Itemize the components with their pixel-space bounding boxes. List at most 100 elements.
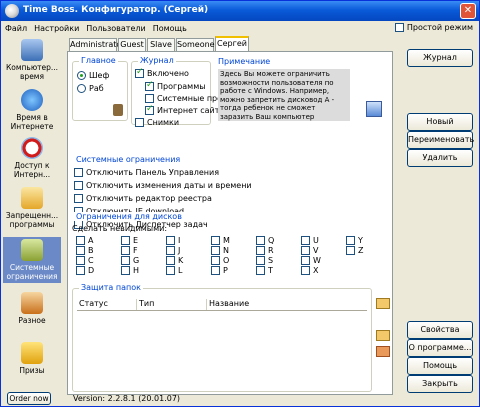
disk-checkbox[interactable]: E bbox=[121, 236, 138, 245]
disk-checkbox-box[interactable] bbox=[121, 246, 130, 255]
disk-checkbox-box[interactable] bbox=[166, 246, 175, 255]
log-snapshots-box[interactable] bbox=[135, 118, 144, 127]
add-folder-icon[interactable] bbox=[376, 298, 390, 309]
disk-checkbox[interactable]: U bbox=[301, 236, 319, 245]
delete-folder-icon[interactable] bbox=[376, 346, 390, 357]
disable-datetime[interactable]: Отключить изменения даты и времени bbox=[74, 181, 252, 190]
col-type[interactable]: Тип bbox=[137, 299, 207, 310]
disk-checkbox[interactable]: K bbox=[166, 256, 183, 265]
delete-user-button[interactable]: Удалить bbox=[407, 149, 473, 167]
disk-checkbox[interactable]: J bbox=[166, 246, 180, 255]
disk-checkbox-box[interactable] bbox=[301, 246, 310, 255]
disk-checkbox-box[interactable] bbox=[76, 256, 85, 265]
close-window-button[interactable]: ✕ bbox=[460, 3, 476, 19]
disk-checkbox-box[interactable] bbox=[256, 266, 265, 275]
disk-checkbox-box[interactable] bbox=[301, 236, 310, 245]
sidebar-item-computer-time[interactable]: Компьютер... время bbox=[3, 39, 61, 81]
disk-checkbox-box[interactable] bbox=[301, 266, 310, 275]
disk-checkbox[interactable]: V bbox=[301, 246, 318, 255]
sidebar-item-blocked-programs[interactable]: Запрещенн... программы bbox=[3, 187, 61, 229]
disk-checkbox-box[interactable] bbox=[121, 266, 130, 275]
simple-mode-checkbox[interactable]: Простой режим bbox=[394, 23, 473, 32]
menu-settings[interactable]: Настройки bbox=[30, 21, 82, 33]
disable-datetime-box[interactable] bbox=[74, 181, 83, 190]
sidebar-item-prizes[interactable]: Призы bbox=[3, 342, 61, 375]
log-sites-box[interactable] bbox=[145, 104, 154, 115]
disk-checkbox[interactable]: Z bbox=[346, 246, 363, 255]
tab-guest[interactable]: Guest bbox=[118, 38, 146, 52]
disk-checkbox-box[interactable] bbox=[76, 246, 85, 255]
disk-checkbox[interactable]: W bbox=[301, 256, 321, 265]
disk-checkbox[interactable]: Q bbox=[256, 236, 274, 245]
simple-mode-box[interactable] bbox=[394, 23, 404, 32]
disk-checkbox[interactable]: L bbox=[166, 266, 182, 275]
radio-chief[interactable]: Шеф bbox=[77, 71, 109, 80]
disk-checkbox[interactable]: G bbox=[121, 256, 139, 265]
disk-checkbox[interactable]: X bbox=[301, 266, 318, 275]
radio-slave-dot[interactable] bbox=[77, 84, 86, 93]
disk-checkbox[interactable]: A bbox=[76, 236, 93, 245]
log-snapshots[interactable]: Снимки bbox=[135, 118, 179, 127]
about-button[interactable]: О программе... bbox=[407, 339, 473, 357]
disk-checkbox-box[interactable] bbox=[211, 256, 220, 265]
disk-checkbox[interactable]: M bbox=[211, 236, 230, 245]
col-status[interactable]: Статус bbox=[77, 299, 137, 310]
disk-checkbox-box[interactable] bbox=[301, 256, 310, 265]
sidebar-item-internet-time[interactable]: Время в Интернете bbox=[3, 89, 61, 131]
disk-checkbox-box[interactable] bbox=[346, 236, 355, 245]
tab-slave[interactable]: Slave bbox=[147, 38, 175, 52]
tab-sergey[interactable]: Сергей bbox=[215, 36, 249, 52]
disk-checkbox-box[interactable] bbox=[76, 266, 85, 275]
disk-checkbox[interactable]: I bbox=[166, 236, 180, 245]
disk-checkbox[interactable]: C bbox=[76, 256, 94, 265]
log-enabled[interactable]: Включено bbox=[135, 67, 189, 78]
disk-checkbox-box[interactable] bbox=[211, 236, 220, 245]
disable-control-panel[interactable]: Отключить Панель Управления bbox=[74, 168, 219, 177]
menu-help[interactable]: Помощь bbox=[149, 21, 190, 33]
disk-checkbox-box[interactable] bbox=[346, 246, 355, 255]
disk-checkbox-box[interactable] bbox=[256, 246, 265, 255]
disk-checkbox[interactable]: T bbox=[256, 266, 273, 275]
disk-checkbox-box[interactable] bbox=[166, 266, 175, 275]
disk-checkbox-box[interactable] bbox=[166, 236, 175, 245]
sidebar-item-internet-access[interactable]: Доступ к Интерн... bbox=[3, 137, 61, 179]
disk-checkbox[interactable]: R bbox=[256, 246, 274, 255]
disk-checkbox-box[interactable] bbox=[256, 256, 265, 265]
disk-checkbox[interactable]: N bbox=[211, 246, 229, 255]
disable-regedit-box[interactable] bbox=[74, 194, 83, 203]
disable-control-panel-box[interactable] bbox=[74, 168, 83, 177]
disk-checkbox-box[interactable] bbox=[76, 236, 85, 245]
disk-checkbox-box[interactable] bbox=[211, 266, 220, 275]
radio-chief-dot[interactable] bbox=[77, 71, 86, 80]
log-enabled-box[interactable] bbox=[135, 67, 144, 78]
disk-checkbox-box[interactable] bbox=[256, 236, 265, 245]
help-button[interactable]: Помощь bbox=[407, 357, 473, 375]
disk-checkbox-box[interactable] bbox=[121, 256, 130, 265]
disk-checkbox-box[interactable] bbox=[121, 236, 130, 245]
disk-checkbox-box[interactable] bbox=[166, 256, 175, 265]
menu-file[interactable]: Файл bbox=[1, 21, 30, 33]
disk-checkbox[interactable]: Y bbox=[346, 236, 363, 245]
log-programs-box[interactable] bbox=[145, 80, 154, 91]
menu-users[interactable]: Пользователи bbox=[82, 21, 148, 33]
properties-button[interactable]: Свойства bbox=[407, 321, 473, 339]
journal-button[interactable]: Журнал bbox=[407, 49, 473, 67]
disk-checkbox[interactable]: B bbox=[76, 246, 94, 255]
edit-folder-icon[interactable] bbox=[376, 330, 390, 341]
rename-user-button[interactable]: Переименовать bbox=[407, 131, 474, 149]
radio-slave[interactable]: Раб bbox=[77, 84, 104, 93]
disk-checkbox-box[interactable] bbox=[211, 246, 220, 255]
col-name[interactable]: Название bbox=[207, 299, 367, 310]
disk-checkbox[interactable]: O bbox=[211, 256, 229, 265]
disk-checkbox[interactable]: D bbox=[76, 266, 94, 275]
log-programs[interactable]: Программы bbox=[145, 80, 206, 91]
sidebar-item-misc[interactable]: Разное bbox=[3, 292, 61, 325]
disk-checkbox[interactable]: S bbox=[256, 256, 273, 265]
sidebar-item-system-restrictions[interactable]: Системные ограничения bbox=[3, 237, 61, 283]
disk-checkbox[interactable]: P bbox=[211, 266, 228, 275]
order-now-button[interactable]: Order now bbox=[7, 392, 51, 405]
disable-regedit[interactable]: Отключить редактор реестра bbox=[74, 194, 212, 203]
tab-administrator[interactable]: Administrator bbox=[69, 38, 125, 52]
new-user-button[interactable]: Новый bbox=[407, 113, 473, 131]
log-system-programs-box[interactable] bbox=[145, 94, 154, 103]
